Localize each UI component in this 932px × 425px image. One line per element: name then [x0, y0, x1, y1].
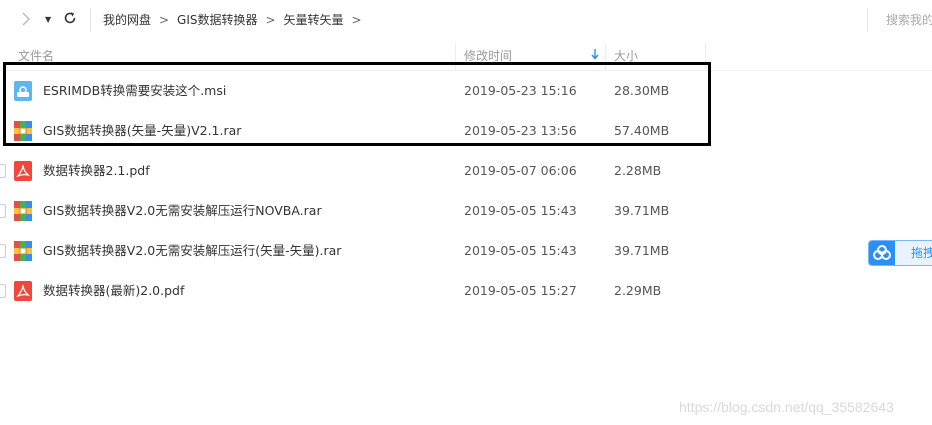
drag-tab-label: 拖拽 [911, 246, 932, 260]
file-name[interactable]: 数据转换器2.1.pdf [43, 163, 150, 179]
refresh-icon[interactable] [63, 10, 77, 30]
row-checkbox[interactable] [0, 284, 6, 298]
watermark: https://blog.csdn.net/qq_35582643 [679, 399, 894, 415]
cloud-icon [869, 241, 895, 265]
pdf-file-icon [13, 281, 33, 301]
file-size: 39.71MB [614, 243, 670, 258]
drag-upload-tab[interactable]: 拖拽 [868, 240, 932, 266]
breadcrumb-separator: > [265, 13, 276, 27]
row-checkbox[interactable] [0, 164, 6, 178]
forward-arrow-icon[interactable] [20, 11, 36, 29]
breadcrumb: 我的网盘 > GIS数据转换器 > 矢量转矢量 > [103, 12, 370, 28]
rar-file-icon [13, 241, 33, 261]
file-modified-time: 2019-05-05 15:43 [464, 203, 577, 218]
breadcrumb-item[interactable]: 我的网盘 [103, 13, 151, 27]
search-input[interactable]: 搜索我的 [886, 12, 932, 28]
divider [90, 8, 91, 32]
rar-file-icon [13, 201, 33, 221]
file-size: 2.28MB [614, 163, 662, 178]
divider [867, 8, 868, 32]
highlight-box [3, 62, 711, 146]
navigation-bar: ▼ 我的网盘 > GIS数据转换器 > 矢量转矢量 > 搜索我的 [0, 0, 932, 40]
row-checkbox[interactable] [0, 244, 6, 258]
file-modified-time: 2019-05-05 15:43 [464, 243, 577, 258]
breadcrumb-item[interactable]: 矢量转矢量 [283, 13, 343, 27]
file-name[interactable]: 数据转换器(最新)2.0.pdf [43, 283, 184, 299]
file-modified-time: 2019-05-05 15:27 [464, 283, 577, 298]
history-dropdown-icon[interactable]: ▼ [45, 12, 51, 28]
file-size: 39.71MB [614, 203, 670, 218]
file-size: 2.29MB [614, 283, 662, 298]
file-name[interactable]: GIS数据转换器V2.0无需安装解压运行NOVBA.rar [43, 203, 322, 219]
row-checkbox[interactable] [0, 204, 6, 218]
breadcrumb-separator: > [351, 13, 362, 27]
breadcrumb-item[interactable]: GIS数据转换器 [177, 13, 257, 27]
table-row[interactable]: GIS数据转换器V2.0无需安装解压运行(矢量-矢量).rar 2019-05-… [0, 231, 932, 271]
pdf-file-icon [13, 161, 33, 181]
file-modified-time: 2019-05-07 06:06 [464, 163, 577, 178]
file-name[interactable]: GIS数据转换器V2.0无需安装解压运行(矢量-矢量).rar [43, 243, 341, 259]
table-row[interactable]: 数据转换器(最新)2.0.pdf 2019-05-05 15:27 2.29MB [0, 271, 932, 311]
breadcrumb-separator: > [158, 13, 170, 27]
table-row[interactable]: 数据转换器2.1.pdf 2019-05-07 06:06 2.28MB [0, 151, 932, 191]
table-row[interactable]: GIS数据转换器V2.0无需安装解压运行NOVBA.rar 2019-05-05… [0, 191, 932, 231]
